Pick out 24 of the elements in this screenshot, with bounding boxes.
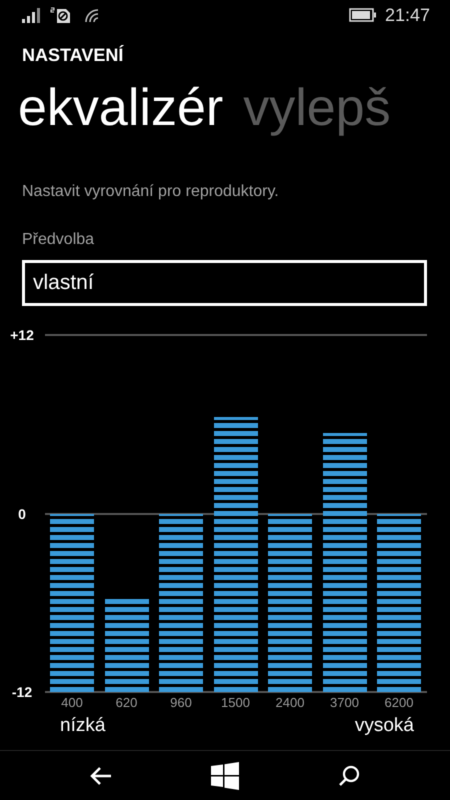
high-label: vysoká xyxy=(354,714,414,738)
back-icon[interactable] xyxy=(89,766,113,786)
description: Nastavit vyrovnání pro reproduktory. xyxy=(21,182,280,202)
pivot-header[interactable]: ekvalizér xyxy=(18,78,224,138)
battery-icon xyxy=(348,8,377,22)
frequency-label: 3700 xyxy=(330,694,359,712)
frequency-label: 6200 xyxy=(384,694,414,712)
frequency-label: 620 xyxy=(116,694,138,712)
frequency-label: 2400 xyxy=(276,694,304,712)
scale-label: -12 xyxy=(10,684,34,700)
search-icon[interactable] xyxy=(337,764,361,788)
frequency-label: 960 xyxy=(170,694,192,712)
low-label: nízká xyxy=(60,714,106,738)
windows-logo-icon[interactable] xyxy=(211,762,239,790)
frequency-label: 400 xyxy=(61,694,83,712)
scale-label: 0 xyxy=(17,506,27,522)
frequency-label: 1500 xyxy=(221,694,250,712)
app-title: NASTAVENÍ xyxy=(21,46,125,64)
scale-label: +12 xyxy=(9,327,35,343)
clock: 21:47 xyxy=(384,4,430,26)
sim-icon xyxy=(50,6,72,24)
preset-dropdown[interactable]: vlastní xyxy=(22,260,427,306)
signal-icon xyxy=(20,7,42,23)
preset-label: Předvolba xyxy=(21,230,96,250)
